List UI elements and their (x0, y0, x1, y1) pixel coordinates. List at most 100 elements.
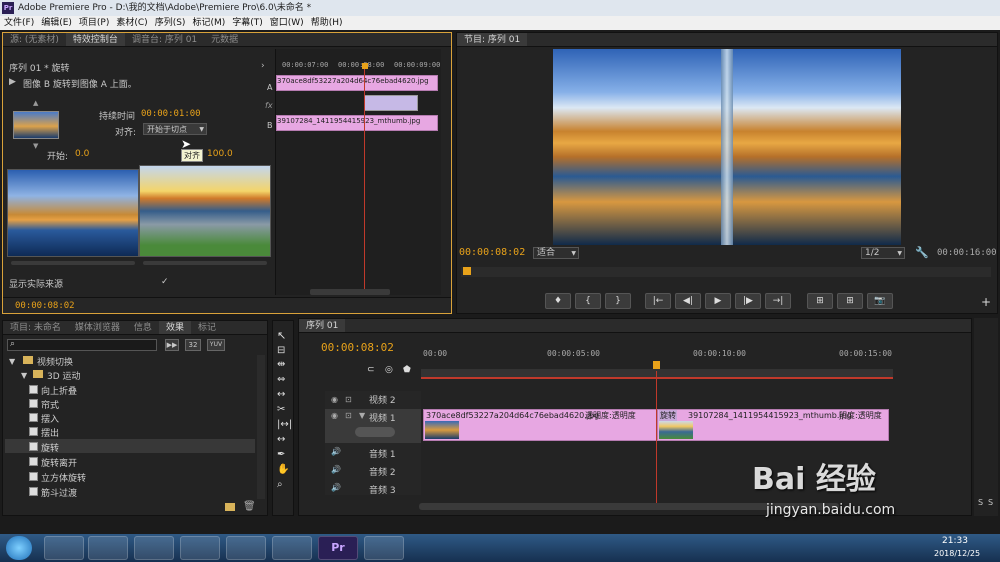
delete-icon[interactable]: 🗑 (243, 501, 256, 512)
duration-value[interactable]: 00:00:01:00 (141, 109, 201, 119)
mark-out-button[interactable]: } (605, 293, 631, 309)
menu-file[interactable]: 文件(F) (4, 16, 34, 30)
extract-button[interactable]: ⊞ (837, 293, 863, 309)
arrow-down-icon[interactable]: ▼ (33, 142, 38, 150)
new-folder-icon[interactable] (225, 503, 235, 511)
timeline-current-time[interactable]: 00:00:08:02 (321, 341, 394, 354)
end-value[interactable]: 100.0 (207, 149, 233, 159)
source-b-slider[interactable] (143, 261, 267, 265)
menu-title[interactable]: 字幕(T) (232, 16, 263, 30)
tab-markers[interactable]: 标记 (191, 321, 223, 334)
taskbar-browser-icon[interactable] (44, 536, 84, 560)
marker-icon[interactable]: ⬟ (403, 365, 411, 375)
tab-info[interactable]: 信息 (127, 321, 159, 334)
clip-1-opacity-label[interactable]: 透明度:透明度 (585, 410, 636, 421)
effect-item-selected[interactable]: 旋转 (29, 441, 59, 454)
keyframe-control[interactable] (355, 427, 395, 437)
ripple-edit-tool-icon[interactable]: ⇹ (277, 359, 285, 370)
menu-help[interactable]: 帮助(H) (311, 16, 343, 30)
effect-item[interactable]: 摆出 (29, 426, 59, 439)
go-to-out-button[interactable]: →| (765, 293, 791, 309)
set-marker-icon[interactable]: ◎ (385, 365, 393, 375)
mini-transition-block[interactable] (364, 95, 418, 111)
step-forward-button[interactable]: |▶ (735, 293, 761, 309)
32bit-badge[interactable]: 32 (185, 339, 201, 351)
speaker-icon[interactable]: 🔊 (331, 465, 341, 474)
start-value[interactable]: 0.0 (75, 149, 89, 159)
menu-project[interactable]: 项目(P) (79, 16, 109, 30)
program-current-time[interactable]: 00:00:08:02 (459, 247, 525, 258)
effect-item[interactable]: 旋转离开 (29, 456, 77, 469)
show-source-checkbox[interactable]: ✓ (161, 277, 169, 287)
timeline-playhead[interactable] (653, 361, 660, 369)
mini-clip-b[interactable]: 39107284_1411954415923_mthumb.jpg (276, 115, 438, 131)
tab-media-browser[interactable]: 媒体浏览器 (68, 321, 127, 334)
work-area-bar[interactable] (421, 369, 893, 379)
effect-controls-time[interactable]: 00:00:08:02 (15, 301, 75, 311)
selection-tool-icon[interactable]: ↖ (277, 329, 286, 342)
tab-effects[interactable]: 效果 (158, 321, 191, 334)
folder-expanded-icon[interactable]: ▼ (9, 357, 15, 366)
transition-rotate-label[interactable]: 旋转 (659, 410, 677, 421)
menu-marker[interactable]: 标记(M) (192, 16, 225, 30)
go-to-in-button[interactable]: |← (645, 293, 671, 309)
folder-expanded-icon[interactable]: ▼ (21, 371, 27, 380)
pen-tool-icon[interactable]: ✒ (277, 449, 285, 460)
clip-2-opacity-label[interactable]: 明度:透明度 (839, 410, 882, 421)
razor-tool-icon[interactable]: ✂ (277, 404, 285, 415)
mark-in-button[interactable]: { (575, 293, 601, 309)
collapse-arrow-icon[interactable]: ▼ (359, 411, 365, 420)
slide-tool-icon[interactable]: ↔ (277, 434, 285, 445)
taskbar-media-icon[interactable] (226, 536, 266, 560)
taskbar-qq-icon[interactable] (134, 536, 174, 560)
hand-tool-icon[interactable]: ✋ (277, 464, 289, 475)
eye-icon[interactable]: ◉ (331, 411, 338, 420)
lock-icon[interactable]: ⊡ (345, 395, 352, 404)
tab-project[interactable]: 项目: 未命名 (3, 321, 68, 334)
export-frame-button[interactable]: 📷 (867, 293, 893, 309)
menu-window[interactable]: 窗口(W) (270, 16, 304, 30)
play-button[interactable]: ▶ (705, 293, 731, 309)
mini-clip-a[interactable]: 370ace8df53227a204d64c76ebad4620.jpg (276, 75, 438, 91)
tree-folder-3d-motion[interactable]: 3D 运动 (47, 369, 81, 382)
mini-timeline-scrollbar[interactable] (310, 289, 390, 295)
taskbar-premiere-icon[interactable]: Pr (318, 536, 358, 560)
effect-item[interactable]: 立方体旋转 (29, 471, 86, 484)
effect-item[interactable]: 帘式 (29, 398, 59, 411)
step-back-button[interactable]: ◀| (675, 293, 701, 309)
tab-source[interactable]: 源: (无素材) (3, 33, 66, 46)
rolling-edit-tool-icon[interactable]: ⇔ (277, 374, 285, 385)
lock-icon[interactable]: ⊡ (345, 411, 352, 420)
wrench-icon[interactable]: 🔧 (915, 246, 929, 259)
eye-icon[interactable]: ◉ (331, 395, 338, 404)
start-button[interactable] (6, 536, 32, 560)
resolution-select[interactable]: 1/2 ▼ (861, 247, 905, 259)
speaker-icon[interactable]: 🔊 (331, 483, 341, 492)
align-select[interactable]: 开始于切点 ▼ (143, 123, 207, 135)
effect-item[interactable]: 摆入 (29, 412, 59, 425)
play-preview-icon[interactable]: ▶ (9, 77, 16, 87)
speaker-icon[interactable]: 🔊 (331, 447, 341, 456)
effect-item[interactable]: 向上折叠 (29, 384, 77, 397)
tab-metadata[interactable]: 元数据 (204, 33, 245, 46)
accelerated-effects-icon[interactable]: ▶▶ (165, 339, 179, 351)
program-playhead[interactable] (463, 267, 471, 275)
zoom-tool-icon[interactable]: ⌕ (277, 479, 283, 490)
tab-program[interactable]: 节目: 序列 01 (457, 33, 528, 46)
tab-sequence[interactable]: 序列 01 (299, 319, 346, 332)
effects-scrollbar[interactable] (257, 355, 265, 499)
slip-tool-icon[interactable]: |↔| (277, 419, 292, 430)
program-timeline-bar[interactable] (461, 267, 991, 277)
mini-playhead[interactable] (362, 63, 368, 69)
yuv-badge[interactable]: YUV (207, 339, 225, 351)
snap-icon[interactable]: ⊂ (367, 365, 375, 375)
taskbar-record-icon[interactable] (272, 536, 312, 560)
taskbar-folder-icon[interactable] (88, 536, 128, 560)
menu-edit[interactable]: 编辑(E) (41, 16, 72, 30)
effect-item[interactable]: 筋斗过渡 (29, 486, 77, 499)
taskbar-firefox-icon[interactable] (180, 536, 220, 560)
tab-effect-controls[interactable]: 特效控制台 (65, 33, 125, 46)
source-a-slider[interactable] (11, 261, 135, 265)
rate-stretch-tool-icon[interactable]: ↔ (277, 389, 285, 400)
taskbar-app-icon[interactable] (364, 536, 404, 560)
